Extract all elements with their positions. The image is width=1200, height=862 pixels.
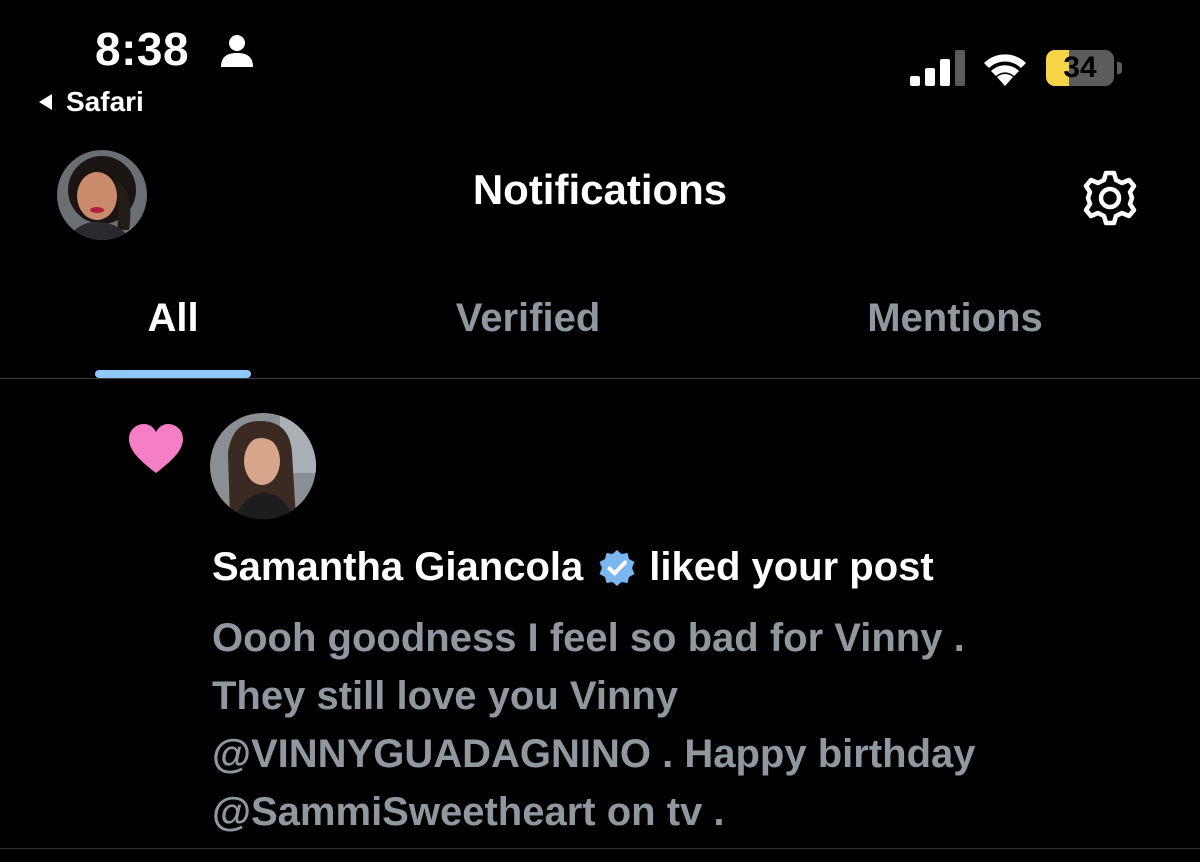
back-arrow-icon — [39, 94, 52, 110]
verified-badge-icon — [599, 549, 635, 586]
battery-percent: 34 — [1063, 51, 1097, 84]
tab-verified-label: Verified — [455, 296, 601, 340]
page-title: Notifications — [472, 166, 728, 213]
post-text: Oooh goodness I feel so bad for Vinny . … — [212, 616, 976, 834]
liker-avatar[interactable] — [210, 413, 316, 519]
notification-action: liked your post — [649, 545, 934, 589]
tab-all[interactable]: All — [95, 270, 251, 378]
notification-divider — [0, 848, 1200, 849]
active-tab-indicator — [95, 370, 251, 378]
liker-avatar-image — [210, 413, 316, 519]
notification-summary: Samantha Giancola liked your post — [212, 545, 934, 590]
gear-icon[interactable] — [1080, 168, 1140, 228]
back-app-label: Safari — [66, 86, 144, 117]
tab-mentions[interactable]: Mentions — [820, 270, 1090, 378]
battery-nub — [1117, 62, 1122, 74]
status-bar: 8:38 Safari 34 — [0, 0, 1200, 130]
status-time: 8:38 — [95, 23, 190, 75]
signal-icon — [910, 50, 965, 86]
heart-icon — [129, 424, 183, 473]
notification-tabs: All Verified Mentions — [0, 270, 1200, 378]
user-name[interactable]: Samantha Giancola — [212, 545, 583, 590]
tab-all-label: All — [147, 296, 199, 340]
person-icon — [221, 35, 253, 67]
notifications-header: Notifications — [0, 140, 1200, 250]
wifi-icon — [984, 54, 1026, 86]
tab-mentions-label: Mentions — [867, 296, 1043, 340]
back-to-safari-button[interactable]: Safari — [36, 86, 144, 118]
battery-icon: 34 — [1046, 50, 1114, 86]
notification-item[interactable]: Samantha Giancola liked your post Oooh g… — [0, 379, 1200, 849]
tab-verified[interactable]: Verified — [410, 270, 646, 378]
